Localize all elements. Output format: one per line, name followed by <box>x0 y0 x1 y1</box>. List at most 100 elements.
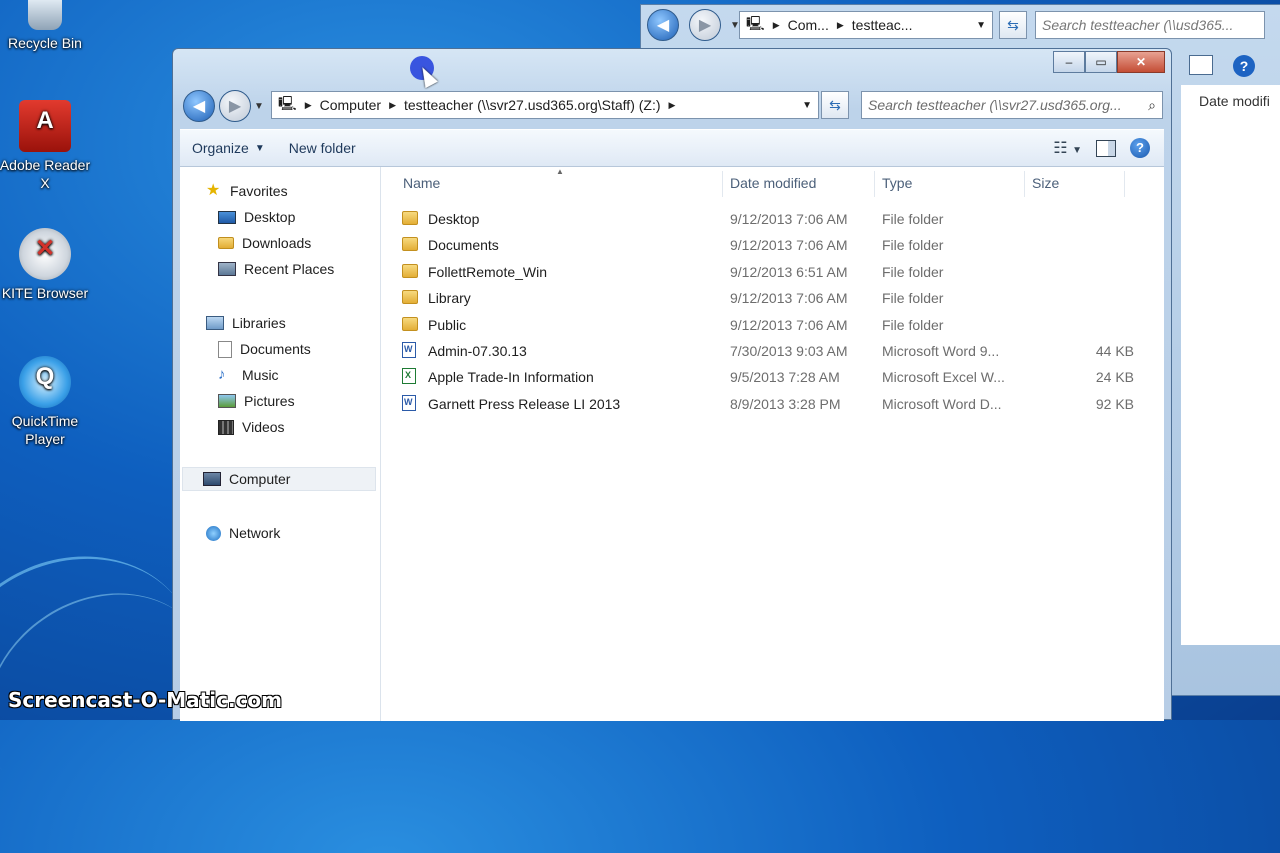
nav-network[interactable]: Network <box>206 521 280 545</box>
search-input[interactable]: Search testteacher (\\svr27.usd365.org..… <box>861 91 1163 119</box>
file-row[interactable]: Library 9/12/2013 7:06 AM File folder <box>402 286 1142 310</box>
column-header-size[interactable]: Size <box>1032 175 1059 191</box>
desktop-icon <box>218 210 236 224</box>
file-row[interactable]: Admin-07.30.13 7/30/2013 9:03 AM Microsoft… <box>402 339 1142 363</box>
nav-label: Computer <box>229 471 291 487</box>
address-history-chevron-icon[interactable]: ▼ <box>802 100 812 111</box>
column-divider[interactable] <box>722 171 723 197</box>
chevron-down-icon: ▼ <box>254 142 265 154</box>
preview-pane-icon[interactable] <box>1189 55 1213 75</box>
address-crumb[interactable]: Com... <box>788 17 829 33</box>
back-arrow-icon[interactable]: ◀ <box>647 9 679 41</box>
nav-libraries[interactable]: Libraries <box>206 311 286 335</box>
word-file-icon <box>402 342 416 358</box>
libraries-icon <box>206 316 224 330</box>
nav-favorites[interactable]: ★ Favorites <box>206 179 288 203</box>
column-divider[interactable] <box>874 171 875 197</box>
new-folder-button[interactable]: New folder <box>277 130 368 166</box>
desktop-icon-recycle-bin[interactable]: Recycle Bin <box>0 0 90 52</box>
file-row[interactable]: Garnett Press Release LI 2013 8/9/2013 3:… <box>402 392 1142 416</box>
organize-label: Organize <box>192 140 249 156</box>
chevron-right-icon[interactable]: ▶ <box>305 100 312 111</box>
file-row[interactable]: Public 9/12/2013 7:06 AM File folder <box>402 313 1142 337</box>
column-header-date-modified[interactable]: Date modified <box>730 175 816 191</box>
recent-pages-chevron-icon[interactable]: ▼ <box>254 101 264 112</box>
chevron-right-icon: ▶ <box>836 19 844 30</box>
folder-icon <box>402 290 418 305</box>
nav-label: Recent Places <box>244 261 335 277</box>
back-search-input[interactable]: Search testteacher (\\usd365... <box>1035 11 1265 39</box>
column-divider[interactable] <box>1124 171 1125 197</box>
file-name: Apple Trade-In Information <box>428 369 594 386</box>
desktop-icon-label: Adobe Reader X <box>0 157 91 191</box>
command-bar: Organize ▼ New folder ☷ ▼ ? <box>180 129 1164 167</box>
column-divider[interactable] <box>1024 171 1025 197</box>
refresh-icon[interactable]: ⇆ <box>821 91 849 119</box>
address-crumb[interactable]: testteac... <box>852 17 913 33</box>
window-controls: – ▭ ✕ <box>1053 51 1165 73</box>
address-crumb-drive[interactable]: testteacher (\\svr27.usd365.org\Staff) (… <box>404 97 661 113</box>
file-name: Desktop <box>428 211 480 227</box>
computer-icon: 🖳 <box>746 15 765 31</box>
forward-arrow-icon[interactable]: ▶ <box>219 90 251 122</box>
nav-buttons: ◀ ▶ ▼ <box>183 89 264 123</box>
column-header-name[interactable]: Name <box>403 175 440 191</box>
file-name: Documents <box>428 237 499 254</box>
forward-arrow-icon[interactable]: ▶ <box>689 9 721 41</box>
file-size: 92 KB <box>1095 395 1134 412</box>
column-header-type[interactable]: Type <box>882 175 912 191</box>
help-icon[interactable]: ? <box>1233 55 1255 77</box>
back-address-bar[interactable]: 🖳 ▶ Com... ▶ testteac... ▼ <box>739 11 993 39</box>
navigation-pane: ★ Favorites Desktop Downloads Recent Pla… <box>180 167 381 721</box>
desktop-icon-label: Recycle Bin <box>8 35 82 51</box>
chevron-right-icon[interactable]: ▶ <box>389 100 396 111</box>
address-bar[interactable]: 🖳 ▶ Computer ▶ testteacher (\\svr27.usd3… <box>271 91 819 119</box>
nav-item-downloads[interactable]: Downloads <box>218 231 311 255</box>
music-note-icon: ♪ <box>218 366 226 383</box>
pictures-icon <box>218 394 236 408</box>
folder-icon <box>402 263 418 278</box>
refresh-icon[interactable]: ⇆ <box>999 11 1027 39</box>
file-size: 24 KB <box>1095 369 1134 386</box>
explorer-window[interactable]: – ▭ ✕ ◀ ▶ ▼ 🖳 ▶ Computer ▶ testteacher (… <box>172 48 1172 721</box>
chevron-down-icon[interactable]: ▼ <box>976 20 986 31</box>
change-view-icon[interactable]: ☷ ▼ <box>1053 138 1082 158</box>
minimize-button[interactable]: – <box>1053 51 1085 73</box>
nav-item-videos[interactable]: Videos <box>218 415 285 439</box>
nav-item-desktop[interactable]: Desktop <box>218 205 295 229</box>
nav-item-recent-places[interactable]: Recent Places <box>218 257 334 281</box>
file-row[interactable]: Desktop 9/12/2013 7:06 AM File folder <box>402 207 1142 231</box>
organize-button[interactable]: Organize ▼ <box>180 130 277 166</box>
desktop-icon-kite-browser[interactable]: ✕ KITE Browser <box>0 228 90 302</box>
maximize-button[interactable]: ▭ <box>1085 51 1117 73</box>
nav-item-pictures[interactable]: Pictures <box>218 389 295 413</box>
file-name: FollettRemote_Win <box>428 263 548 280</box>
nav-label: Music <box>242 367 279 383</box>
desktop-icon-quicktime[interactable]: Q QuickTime Player <box>0 356 90 448</box>
chevron-right-icon[interactable]: ▶ <box>669 100 676 111</box>
nav-item-documents[interactable]: Documents <box>218 337 311 361</box>
file-type: File folder <box>882 263 944 280</box>
close-button[interactable]: ✕ <box>1117 51 1165 73</box>
file-row[interactable]: FollettRemote_Win 9/12/2013 6:51 AM File f… <box>402 260 1142 284</box>
folder-icon <box>402 237 418 252</box>
address-crumb-computer[interactable]: Computer <box>320 97 381 113</box>
file-row[interactable]: Documents 9/12/2013 7:06 AM File folder <box>402 233 1142 257</box>
file-name: Library <box>428 290 471 307</box>
search-icon[interactable]: ⌕ <box>1148 97 1156 114</box>
file-date-modified: 9/12/2013 6:51 AM <box>730 263 848 280</box>
nav-computer[interactable]: Computer <box>182 467 376 491</box>
file-type: File folder <box>882 211 944 227</box>
column-header-date-fragment[interactable]: Date modifi <box>1199 93 1270 109</box>
file-row[interactable]: Apple Trade-In Information 9/5/2013 7:28 … <box>402 365 1142 389</box>
back-arrow-icon[interactable]: ◀ <box>183 90 215 122</box>
word-file-icon <box>402 394 416 411</box>
folder-icon <box>402 211 418 225</box>
help-icon[interactable]: ? <box>1130 138 1150 158</box>
file-type: Microsoft Excel W... <box>882 369 1005 386</box>
file-name: Admin-07.30.13 <box>428 343 527 359</box>
desktop-icon-adobe-reader[interactable]: A Adobe Reader X <box>0 100 90 192</box>
preview-pane-icon[interactable] <box>1096 139 1116 157</box>
nav-item-music[interactable]: ♪ Music <box>218 363 279 387</box>
chevron-right-icon: ▶ <box>772 19 780 30</box>
